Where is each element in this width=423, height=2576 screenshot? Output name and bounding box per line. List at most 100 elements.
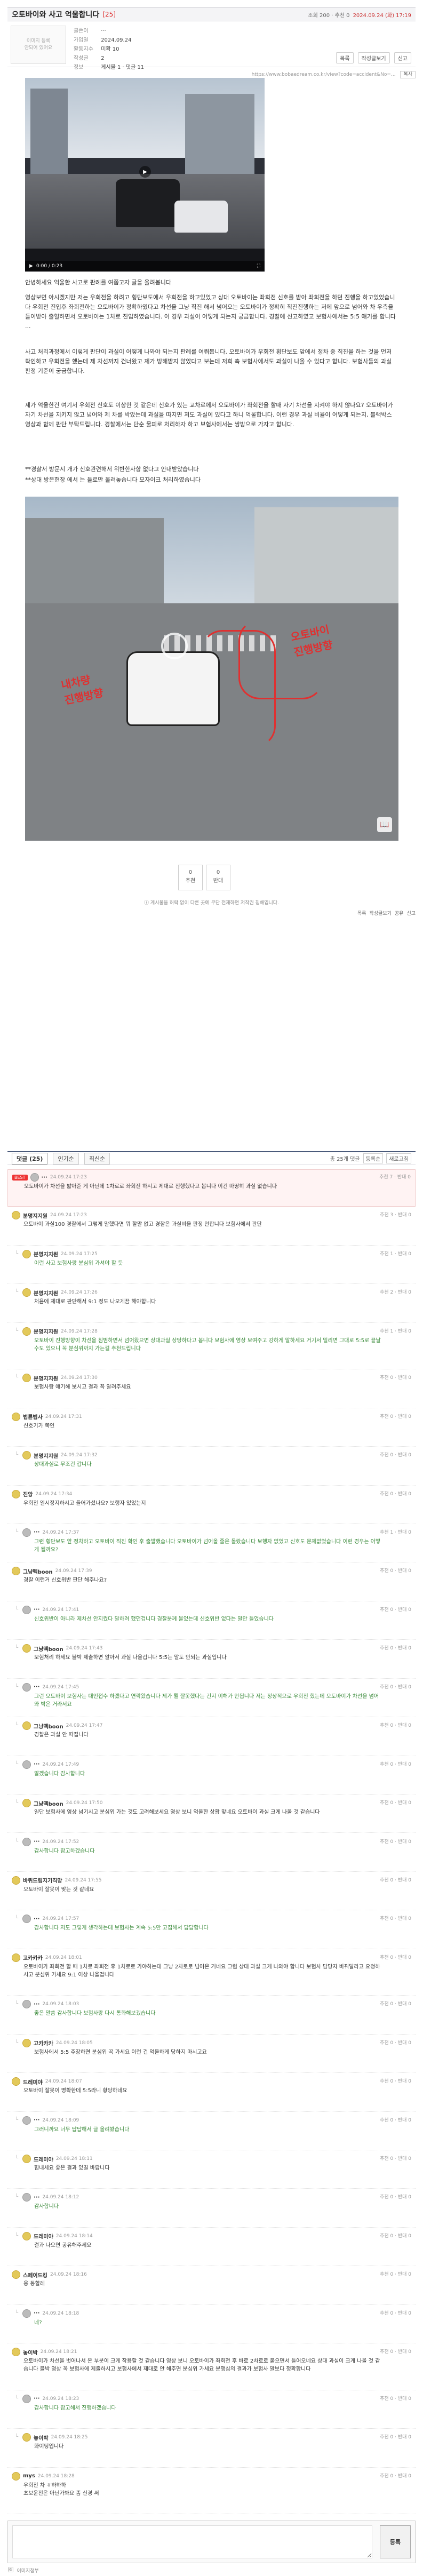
list-button[interactable]: 목록 — [336, 52, 354, 63]
comment-votes[interactable]: 추천 0 · 반대 0 — [380, 1915, 411, 1921]
comment-votes[interactable]: 추천 0 · 반대 0 — [380, 1760, 411, 1767]
comment-author[interactable]: 고카카카 — [23, 1953, 43, 1961]
comment-author[interactable]: 법륜법사 — [23, 1413, 43, 1421]
report-button[interactable]: 신고 — [394, 52, 411, 63]
bottom-link[interactable]: 신고 — [406, 910, 416, 916]
comment-text: 경찰 이런거 신호위반 판단 해주나요? — [23, 1577, 107, 1584]
comment-votes[interactable]: 추천 0 · 반대 0 — [380, 1683, 411, 1690]
comment-author[interactable]: 분명지지원 — [34, 1327, 58, 1335]
comment-votes[interactable]: 추천 0 · 반대 0 — [380, 1374, 411, 1381]
reply-arrow-icon: └ — [15, 1375, 19, 1381]
comment-author[interactable]: ··· — [34, 1684, 39, 1690]
comment-votes[interactable]: 추천 0 · 반대 0 — [380, 2232, 411, 2239]
comment-votes[interactable]: 추천 0 · 반대 0 — [380, 1876, 411, 1883]
comment-header: 그냥떽boon 24.09.24 17:39 — [12, 1567, 92, 1576]
comment-votes[interactable]: 추천 1 · 반대 0 — [380, 1250, 411, 1257]
comment-votes[interactable]: 추천 0 · 반대 0 — [380, 2395, 411, 2402]
comment-votes[interactable]: 추천 1 · 반대 0 — [380, 1327, 411, 1334]
comment-author[interactable]: ··· — [34, 2310, 39, 2316]
comment-author[interactable]: 그냥떽boon — [23, 1567, 53, 1575]
comment-author[interactable]: 그냥떽boon — [34, 1645, 63, 1653]
submit-comment-button[interactable]: 등록 — [380, 2525, 411, 2558]
comment-author[interactable]: ··· — [34, 2117, 39, 2123]
comment-votes[interactable]: 추천 3 · 반대 0 — [380, 1211, 411, 1218]
comment-author[interactable]: ··· — [34, 2195, 39, 2200]
comment-author[interactable]: ··· — [34, 1761, 39, 1767]
attach-image-label[interactable]: 이미지첨부 — [17, 2567, 38, 2574]
comment-votes[interactable]: 추천 0 · 반대 0 — [380, 2039, 411, 2046]
image-icon[interactable]: 🖼 — [7, 2567, 13, 2573]
comment-votes[interactable]: 추천 0 · 반대 0 — [380, 2472, 411, 2479]
tab-comments[interactable]: 댓글 (25) — [12, 1152, 48, 1165]
comment-votes[interactable]: 추천 0 · 반대 0 — [380, 2000, 411, 2007]
comment-votes[interactable]: 추천 1 · 반대 0 — [380, 1528, 411, 1535]
comment-author[interactable]: 놓이박 — [34, 2434, 49, 2442]
comment-header: ··· 24.09.24 17:52 — [22, 1837, 79, 1846]
comment-author[interactable]: 드레미야 — [23, 2078, 43, 2086]
comment-votes[interactable]: 추천 0 · 반대 0 — [380, 2155, 411, 2162]
bottom-link[interactable]: 목록 — [357, 910, 366, 916]
comment-author[interactable]: ··· — [34, 1607, 39, 1613]
comment-votes[interactable]: 추천 0 · 반대 0 — [380, 2193, 411, 2200]
comment-votes[interactable]: 추천 2 · 반대 0 — [380, 1288, 411, 1295]
comment-author[interactable]: ··· — [34, 1529, 39, 1535]
comment-author[interactable]: 바퀴드림지기직망 — [23, 1876, 62, 1884]
comment-votes[interactable]: 추천 0 · 반대 0 — [380, 1838, 411, 1845]
comment-votes[interactable]: 추천 0 · 반대 0 — [380, 2433, 411, 2440]
comment-author[interactable]: 놓이박 — [23, 2348, 38, 2356]
comment-votes[interactable]: 추천 0 · 반대 0 — [380, 1799, 411, 1806]
comment-votes[interactable]: 추천 0 · 반대 0 — [380, 1606, 411, 1613]
post-comment-count[interactable]: [25] — [102, 11, 116, 18]
comment-author[interactable]: 드레미야 — [34, 2155, 53, 2163]
comment-votes[interactable]: 추천 0 · 반대 0 — [380, 2116, 411, 2123]
bottom-link[interactable]: 작성글보기 — [369, 910, 391, 916]
comment-author[interactable]: ··· — [34, 1839, 39, 1845]
sort-select[interactable]: 등록순 — [363, 1153, 384, 1163]
comment-input[interactable] — [12, 2525, 372, 2558]
copy-url-button[interactable]: 복사 — [400, 71, 416, 78]
video-controls[interactable]: ▶ 0:00 / 0:23 ⛶ — [25, 261, 265, 272]
refresh-button[interactable]: 새로고침 — [386, 1153, 411, 1163]
comment-author[interactable]: 그냥떽boon — [34, 1722, 63, 1730]
comment-author[interactable]: 분명지지원 — [34, 1289, 58, 1297]
comment-author[interactable]: 분명지지원 — [34, 1250, 58, 1258]
oppose-button[interactable]: 0 반대 — [206, 865, 230, 890]
tab-latest[interactable]: 최신순 — [84, 1152, 110, 1165]
recommend-button[interactable]: 0 추천 — [178, 865, 203, 890]
comment-votes[interactable]: 추천 0 · 반대 0 — [380, 1567, 411, 1574]
comment-author[interactable]: 분명지지원 — [23, 1211, 47, 1219]
comment-author[interactable]: ··· — [34, 2396, 39, 2402]
comment-author[interactable]: 그냥떽boon — [34, 1799, 63, 1807]
comment-author[interactable]: mys — [23, 2473, 35, 2479]
comment-author[interactable]: 스페이드킹 — [23, 2271, 47, 2279]
comment-author[interactable]: ··· — [34, 1916, 39, 1922]
book-icon[interactable]: 📖 — [377, 817, 392, 832]
comment-author[interactable]: ··· — [34, 2001, 39, 2007]
comment-author[interactable]: 분명지지원 — [34, 1374, 58, 1382]
dashcam-video[interactable]: ▶ ▶ 0:00 / 0:23 ⛶ — [25, 78, 265, 272]
tab-popular[interactable]: 인기순 — [53, 1152, 79, 1165]
view-posts-button[interactable]: 작성글보기 — [357, 52, 390, 63]
comment-votes[interactable]: 추천 0 · 반대 0 — [380, 1451, 411, 1458]
comment-votes[interactable]: 추천 0 · 반대 0 — [380, 2348, 411, 2355]
bottom-link[interactable]: 공유 — [395, 910, 404, 916]
comment-time: 24.09.24 18:03 — [42, 2001, 79, 2007]
comment-votes[interactable]: 추천 0 · 반대 0 — [380, 1953, 411, 1960]
comment-votes[interactable]: 추천 0 · 반대 0 — [380, 1490, 411, 1497]
comment-votes[interactable]: 추천 0 · 반대 0 — [380, 1721, 411, 1728]
comment-votes[interactable]: 추천 7 · 반대 0 — [379, 1173, 411, 1180]
comment-author[interactable]: ··· — [42, 1175, 47, 1181]
comment-author[interactable]: 진앙 — [23, 1490, 33, 1498]
comment-votes[interactable]: 추천 0 · 반대 0 — [380, 2077, 411, 2084]
comment-votes[interactable]: 추천 0 · 반대 0 — [380, 2270, 411, 2277]
play-icon[interactable]: ▶ — [139, 166, 151, 178]
fullscreen-icon[interactable]: ⛶ — [257, 264, 260, 269]
comment-votes[interactable]: 추천 0 · 반대 0 — [380, 2309, 411, 2316]
comment-author[interactable]: 고카카카 — [34, 2039, 53, 2047]
comment-votes[interactable]: 추천 0 · 반대 0 — [380, 1413, 411, 1419]
reply-arrow-icon: └ — [15, 1916, 19, 1922]
play-button-icon[interactable]: ▶ — [29, 264, 33, 269]
comment-votes[interactable]: 추천 0 · 반대 0 — [380, 1644, 411, 1651]
comment-author[interactable]: 드레미야 — [34, 2232, 53, 2240]
comment-author[interactable]: 분명지지원 — [34, 1452, 58, 1460]
